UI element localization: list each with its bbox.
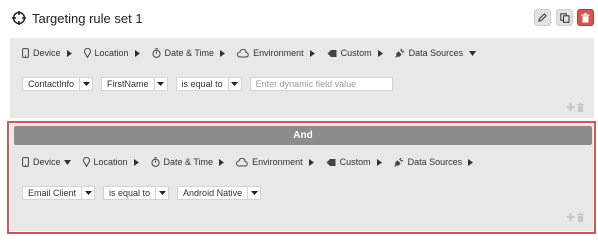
caret-down-icon	[469, 50, 477, 56]
cloud-icon	[236, 157, 248, 166]
stopwatch-icon	[150, 157, 160, 167]
category-label: Data Sources	[407, 157, 463, 167]
category-label: Custom	[340, 48, 372, 58]
category-label: Location	[93, 157, 128, 167]
caret-right-icon	[308, 158, 314, 166]
category-device[interactable]: Device	[22, 157, 75, 167]
pencil-icon	[538, 13, 547, 22]
caret-down-icon	[84, 191, 92, 195]
crosshair-icon	[12, 11, 26, 25]
category-environment[interactable]: Environment	[237, 48, 319, 58]
caret-right-icon	[376, 158, 382, 166]
map-pin-icon	[83, 48, 91, 58]
map-pin-icon	[82, 157, 90, 167]
category-date-time[interactable]: Date & Time	[150, 157, 229, 167]
and-connector[interactable]: And	[14, 126, 592, 145]
caret-down-icon	[63, 159, 71, 165]
add-icon[interactable]: ✚	[566, 211, 575, 224]
operator-select[interactable]: is equal to	[103, 186, 170, 200]
category-custom[interactable]: Custom	[327, 48, 387, 58]
category-location[interactable]: Location	[82, 157, 143, 167]
duplicate-button[interactable]	[556, 9, 573, 26]
mobile-icon	[22, 157, 29, 167]
operator-select[interactable]: is equal to	[175, 77, 242, 91]
rule-set-title: Targeting rule set 1	[32, 11, 143, 26]
rule-1-category-nav: Device Location Date & Time Environment …	[22, 46, 488, 60]
category-date-time[interactable]: Date & Time	[151, 48, 230, 58]
copy-icon	[559, 12, 569, 23]
delete-button[interactable]	[577, 9, 594, 26]
rule-1-actions: ✚	[566, 101, 585, 114]
subfield-select[interactable]: FirstName	[101, 77, 168, 91]
caret-down-icon	[250, 191, 258, 195]
caret-down-icon	[82, 82, 90, 86]
add-icon[interactable]: ✚	[566, 101, 575, 114]
value-select[interactable]: Android Native	[177, 186, 262, 200]
field-select[interactable]: Email Client	[22, 186, 96, 200]
category-label: Date & Time	[164, 48, 215, 58]
category-label: Location	[94, 48, 129, 58]
category-device[interactable]: Device	[22, 48, 76, 58]
category-data-sources[interactable]: Data Sources	[394, 48, 481, 58]
caret-right-icon	[377, 49, 383, 57]
rule-2-actions: ✚	[566, 211, 585, 224]
trash-icon	[581, 12, 590, 22]
plug-icon	[393, 157, 403, 167]
category-environment[interactable]: Environment	[236, 157, 318, 167]
caret-right-icon	[220, 49, 226, 57]
caret-right-icon	[468, 158, 474, 166]
caret-right-icon	[309, 49, 315, 57]
tag-icon	[327, 49, 337, 57]
category-label: Data Sources	[408, 48, 464, 58]
caret-right-icon	[133, 158, 139, 166]
caret-right-icon	[219, 158, 225, 166]
caret-right-icon	[134, 49, 140, 57]
category-custom[interactable]: Custom	[326, 157, 386, 167]
category-label: Device	[33, 48, 61, 58]
category-label: Environment	[253, 48, 304, 58]
category-label: Device	[33, 157, 61, 167]
trash-icon[interactable]	[577, 103, 585, 112]
edit-button[interactable]	[534, 9, 551, 26]
rule-set-header: Targeting rule set 1	[0, 0, 598, 38]
dynamic-field-value-input[interactable]	[249, 77, 393, 91]
field-select[interactable]: ContactInfo	[22, 77, 94, 91]
mobile-icon	[22, 48, 29, 58]
rule-1-condition: ContactInfo FirstName is equal to	[22, 77, 393, 91]
stopwatch-icon	[151, 48, 161, 58]
rule-2-category-nav: Device Location Date & Time Environment …	[22, 155, 485, 169]
caret-down-icon	[158, 191, 166, 195]
caret-right-icon	[66, 49, 72, 57]
tag-icon	[326, 158, 336, 166]
category-label: Date & Time	[163, 157, 214, 167]
caret-down-icon	[231, 82, 239, 86]
category-label: Environment	[252, 157, 303, 167]
rule-2-condition: Email Client is equal to Android Native	[22, 186, 269, 200]
caret-down-icon	[157, 82, 165, 86]
cloud-icon	[237, 48, 249, 57]
category-location[interactable]: Location	[83, 48, 144, 58]
plug-icon	[394, 48, 404, 58]
category-label: Custom	[339, 157, 371, 167]
category-data-sources[interactable]: Data Sources	[393, 157, 478, 167]
trash-icon[interactable]	[577, 213, 585, 222]
